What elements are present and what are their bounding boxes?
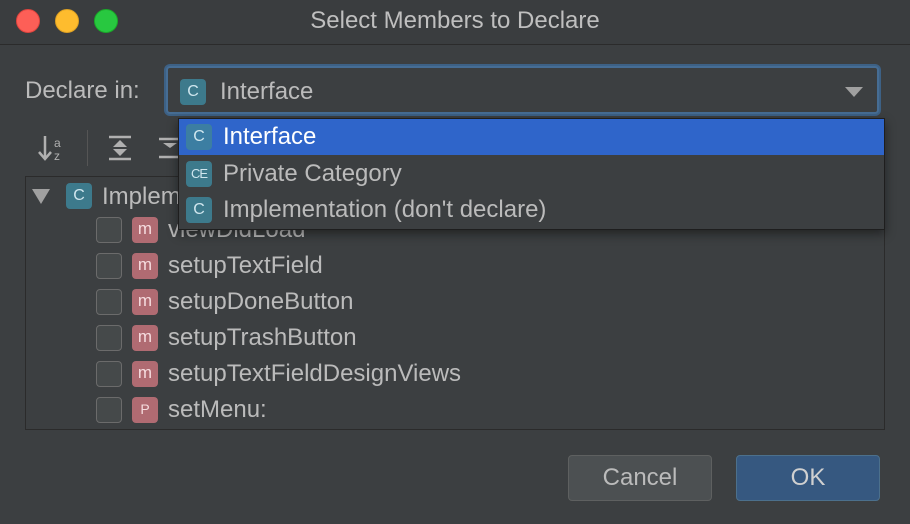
- expand-all-icon[interactable]: [103, 128, 137, 168]
- member-checkbox[interactable]: [96, 325, 122, 351]
- member-checkbox[interactable]: [96, 397, 122, 423]
- method-icon: m: [132, 289, 158, 315]
- title-bar: Select Members to Declare: [0, 0, 910, 45]
- dropdown-option[interactable]: C Implementation (don't declare): [179, 192, 884, 228]
- class-icon: C: [186, 197, 212, 223]
- property-icon: P: [132, 397, 158, 423]
- toolbar-separator: [87, 130, 88, 166]
- member-checkbox[interactable]: [96, 217, 122, 243]
- member-label: setupTextFieldDesignViews: [168, 360, 462, 387]
- svg-text:z: z: [54, 149, 60, 163]
- member-label: setupTextField: [168, 252, 323, 279]
- member-label: setupDoneButton: [168, 288, 354, 315]
- window-title: Select Members to Declare: [310, 7, 600, 34]
- ok-button[interactable]: OK: [736, 455, 880, 501]
- dropdown-option[interactable]: C Interface: [179, 119, 884, 155]
- method-icon: m: [132, 361, 158, 387]
- chevron-down-icon[interactable]: [845, 87, 863, 97]
- method-icon: m: [132, 325, 158, 351]
- member-checkbox[interactable]: [96, 289, 122, 315]
- svg-text:a: a: [54, 136, 61, 150]
- member-label: setMenu:: [168, 396, 267, 423]
- declare-in-label: Declare in:: [25, 77, 140, 104]
- expand-triangle-icon[interactable]: [32, 189, 50, 204]
- class-icon: C: [180, 79, 206, 105]
- class-icon: C: [186, 124, 212, 150]
- method-icon: m: [132, 217, 158, 243]
- member-checkbox[interactable]: [96, 361, 122, 387]
- declare-in-dropdown-list[interactable]: C Interface CE Private Category C Implem…: [178, 118, 885, 230]
- dropdown-option-label: Private Category: [223, 160, 402, 187]
- member-label: setupTrashButton: [168, 324, 357, 351]
- member-checkbox[interactable]: [96, 253, 122, 279]
- declare-in-value: Interface: [220, 78, 314, 105]
- dropdown-option[interactable]: CE Private Category: [179, 156, 884, 192]
- method-icon: m: [132, 253, 158, 279]
- dropdown-option-label: Implementation (don't declare): [223, 196, 547, 223]
- sort-alphabetically-icon[interactable]: a z: [37, 128, 71, 168]
- tree-root-label: Implem: [102, 183, 181, 210]
- class-icon: C: [66, 183, 92, 209]
- declare-in-combobox[interactable]: C Interface: [166, 66, 879, 114]
- cancel-button[interactable]: Cancel: [568, 455, 712, 501]
- dropdown-option-label: Interface: [223, 123, 317, 150]
- category-icon: CE: [186, 161, 212, 187]
